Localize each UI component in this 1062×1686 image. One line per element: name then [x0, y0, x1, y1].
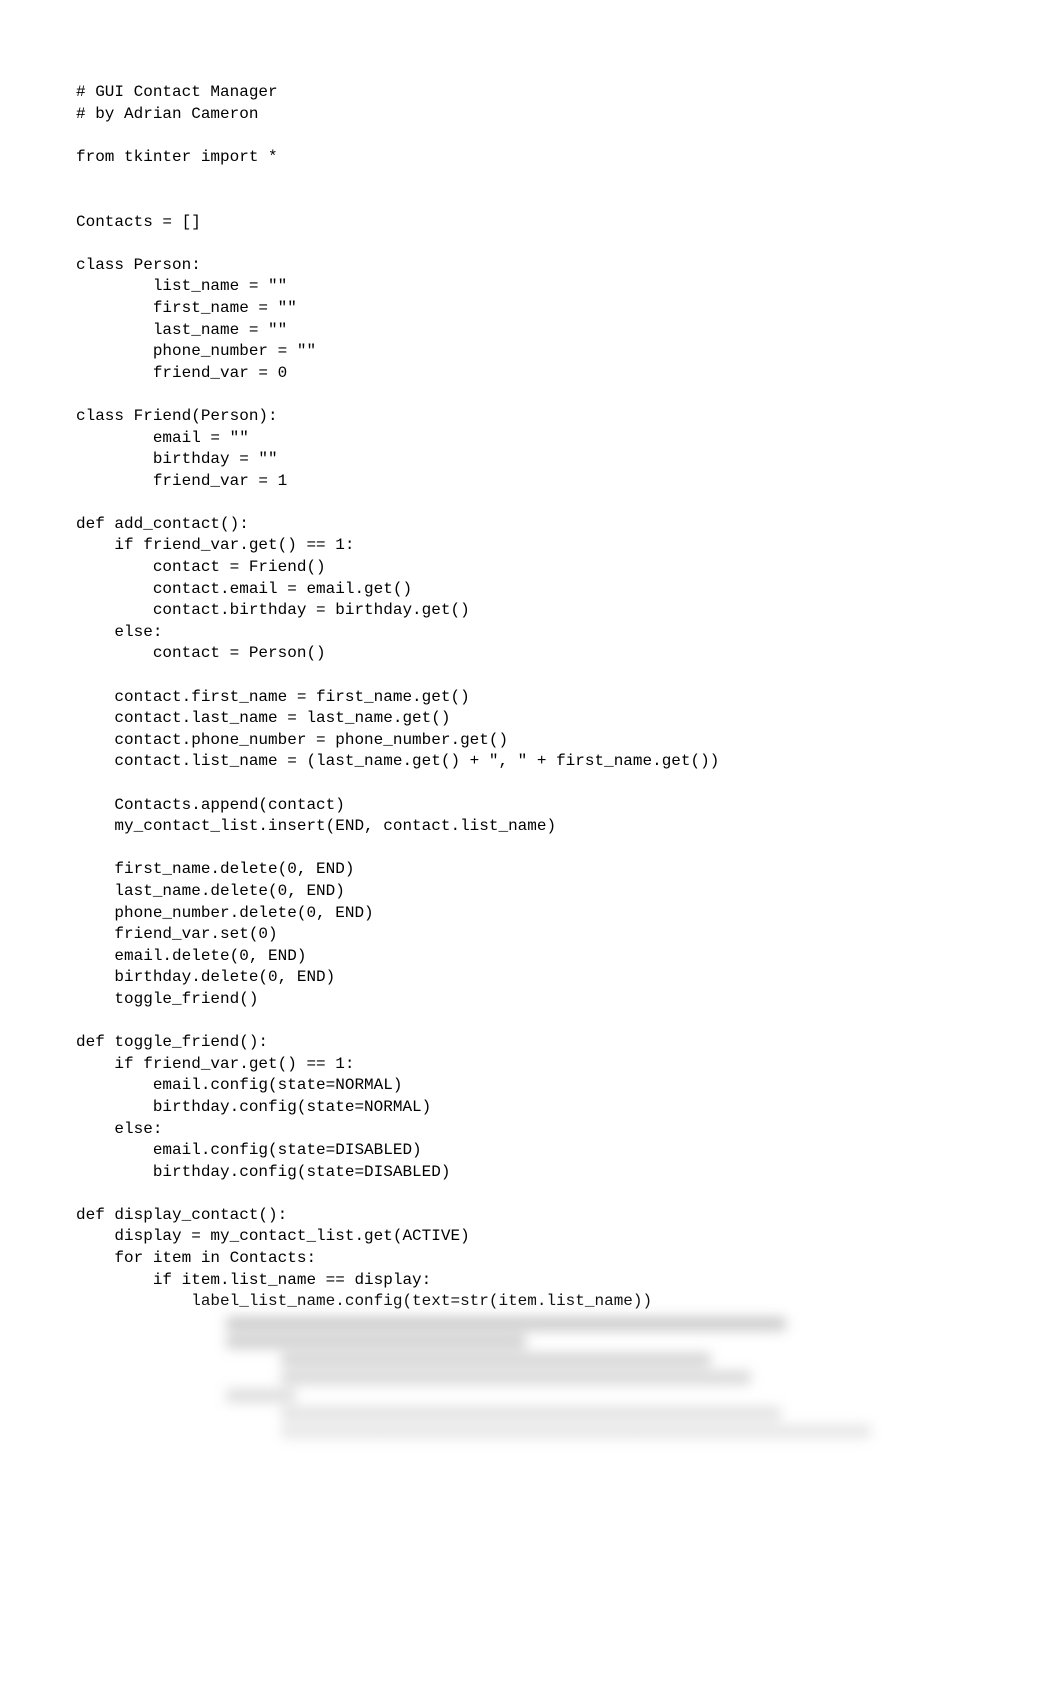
blurred-line [281, 1407, 781, 1421]
blurred-line [281, 1353, 711, 1367]
blurred-line [281, 1425, 871, 1439]
blurred-line [226, 1317, 786, 1331]
blurred-line [281, 1371, 751, 1385]
blurred-preview-region [76, 1317, 986, 1439]
blurred-line [226, 1335, 526, 1349]
blurred-line [226, 1389, 296, 1403]
code-block: # GUI Contact Manager # by Adrian Camero… [76, 82, 986, 1313]
